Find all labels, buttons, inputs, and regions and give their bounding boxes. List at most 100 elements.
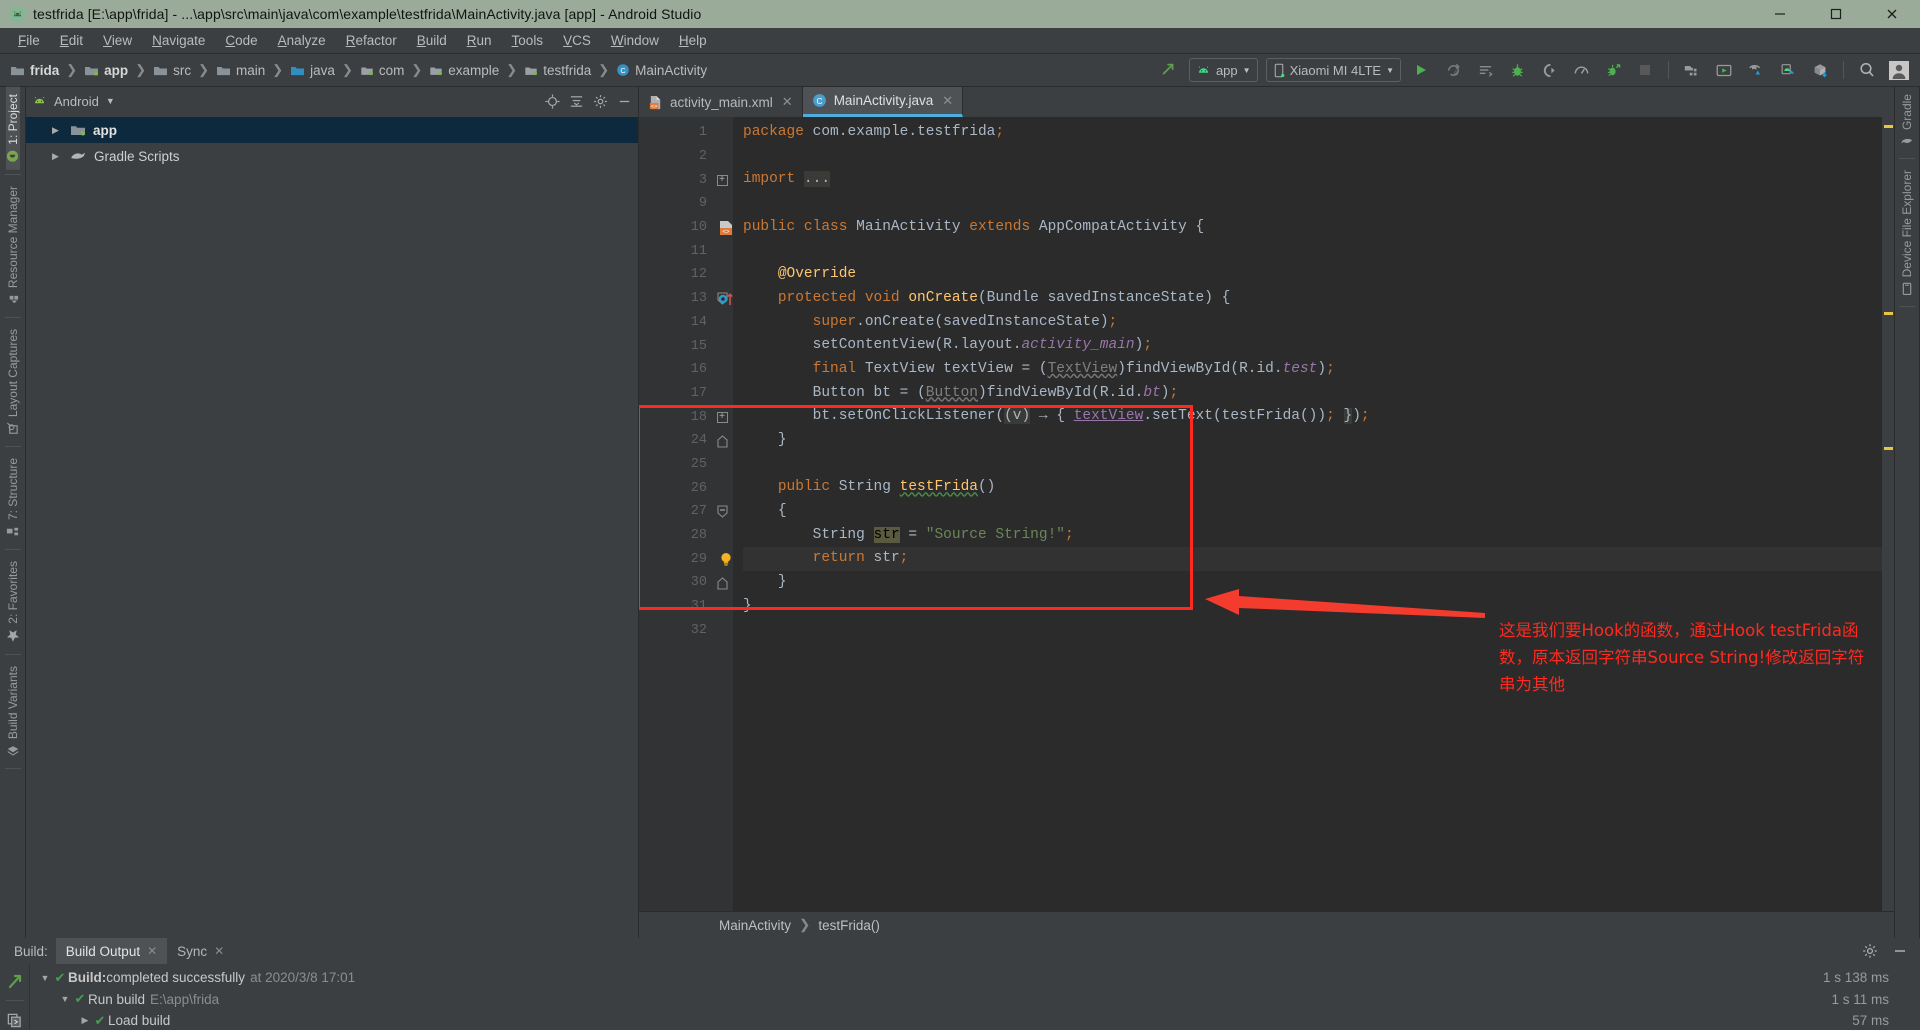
gutter-line-number[interactable]: 1: [639, 121, 711, 145]
run-icon[interactable]: [1406, 57, 1436, 83]
gutter-line-number[interactable]: 28: [639, 524, 711, 548]
tree-expand-arrow[interactable]: ▼: [58, 994, 72, 1004]
rail-tab-project[interactable]: 1: Project: [6, 87, 20, 170]
gutter-line-number[interactable]: 27: [639, 500, 711, 524]
gutter-line-number[interactable]: 2: [639, 145, 711, 169]
code-line[interactable]: public String testFrida(): [743, 476, 1882, 500]
breadcrumb-item-java[interactable]: java: [286, 63, 339, 78]
menu-item-tools[interactable]: Tools: [502, 30, 554, 51]
apply-code-changes-icon[interactable]: [1470, 57, 1500, 83]
code-line[interactable]: import ...: [743, 168, 1882, 192]
device-selector[interactable]: Xiaomi MI 4LTE ▼: [1266, 58, 1401, 82]
breadcrumb-item-app[interactable]: app: [80, 63, 132, 78]
code-line[interactable]: protected void onCreate(Bundle savedInst…: [743, 287, 1882, 311]
profiler-icon[interactable]: [1566, 57, 1596, 83]
code-line[interactable]: [743, 145, 1882, 169]
profile-avatar-icon[interactable]: [1884, 57, 1914, 83]
breadcrumb-item-com[interactable]: com: [356, 63, 409, 78]
gutter-line-number[interactable]: 15: [639, 334, 711, 358]
close-icon[interactable]: ✕: [214, 944, 224, 958]
code-fold-column[interactable]: ++: [711, 117, 733, 911]
code-line[interactable]: bt.setOnClickListener((v) → { textView.s…: [743, 405, 1882, 429]
breadcrumb-item-frida[interactable]: frida: [6, 63, 63, 78]
menu-item-file[interactable]: File: [8, 30, 50, 51]
breadcrumb-item-testfrida[interactable]: testfrida: [520, 63, 595, 78]
sdk-manager-icon[interactable]: [1677, 57, 1707, 83]
run-with-coverage-icon[interactable]: [1598, 57, 1628, 83]
gutter-line-number[interactable]: 10<>: [639, 216, 711, 240]
rail-tab-resource-manager[interactable]: Resource Manager: [6, 179, 20, 313]
editor-gutter[interactable]: 123910<>11121314151617182425262728293031…: [639, 117, 711, 911]
menu-item-edit[interactable]: Edit: [50, 30, 93, 51]
gutter-line-number[interactable]: 32: [639, 618, 711, 642]
settings-icon[interactable]: [1862, 943, 1878, 959]
code-text[interactable]: package com.example.testfrida; import ..…: [733, 117, 1882, 911]
gutter-line-number[interactable]: 25: [639, 453, 711, 477]
code-line[interactable]: }: [743, 595, 1882, 619]
breadcrumb-item-mainactivity[interactable]: CMainActivity: [612, 63, 711, 78]
project-scope-selector[interactable]: Android ▼: [32, 94, 539, 109]
search-icon[interactable]: [1852, 57, 1882, 83]
code-line[interactable]: public class MainActivity extends AppCom…: [743, 216, 1882, 240]
hide-panel-icon[interactable]: [1892, 943, 1908, 959]
tree-expand-arrow[interactable]: ▶: [78, 1015, 92, 1026]
gutter-line-number[interactable]: 3: [639, 168, 711, 192]
build-tab-build-output[interactable]: Build Output✕: [56, 938, 167, 964]
gutter-line-number[interactable]: 17: [639, 382, 711, 406]
rail-tab-gradle[interactable]: Gradle: [1900, 87, 1914, 154]
build-icon[interactable]: [4, 970, 26, 992]
menu-item-window[interactable]: Window: [601, 30, 669, 51]
rail-tab-structure[interactable]: 7: Structure: [6, 451, 20, 545]
code-fold-marker[interactable]: +: [711, 405, 733, 429]
gutter-line-number[interactable]: 30: [639, 571, 711, 595]
close-button[interactable]: [1864, 0, 1920, 28]
gutter-line-number[interactable]: 18: [639, 405, 711, 429]
sync-gradle-icon[interactable]: [1741, 57, 1771, 83]
editor-tab-activity-main-xml[interactable]: <>activity_main.xml✕: [639, 87, 803, 117]
menu-item-run[interactable]: Run: [457, 30, 502, 51]
tree-node-gradle-scripts[interactable]: ▶Gradle Scripts: [26, 143, 638, 169]
code-line[interactable]: [743, 192, 1882, 216]
gutter-line-number[interactable]: 24: [639, 429, 711, 453]
gutter-line-number[interactable]: 26: [639, 476, 711, 500]
layout-inspector-icon[interactable]: [1773, 57, 1803, 83]
code-line[interactable]: [743, 239, 1882, 263]
code-line[interactable]: {: [743, 500, 1882, 524]
gutter-line-number[interactable]: 16: [639, 358, 711, 382]
breadcrumb-item-src[interactable]: src: [149, 63, 195, 78]
copy-icon[interactable]: [4, 1009, 26, 1030]
rail-tab-favorites[interactable]: 2: Favorites: [6, 554, 20, 650]
close-icon[interactable]: ✕: [942, 93, 953, 109]
error-stripe-scrollbar[interactable]: [1882, 117, 1894, 911]
gutter-line-number[interactable]: 13: [639, 287, 711, 311]
rail-tab-device-file-explorer[interactable]: Device File Explorer: [1900, 163, 1914, 302]
stop-icon[interactable]: [1630, 57, 1660, 83]
apply-changes-icon[interactable]: A: [1438, 57, 1468, 83]
tree-expand-arrow[interactable]: ▶: [52, 151, 63, 162]
menu-item-code[interactable]: Code: [215, 30, 267, 51]
build-output-row[interactable]: ▼✔Run buildE:\app\frida1 s 11 ms: [30, 989, 1907, 1011]
code-fold-marker[interactable]: [711, 429, 733, 453]
device-explorer-icon[interactable]: [1805, 57, 1835, 83]
code-fold-marker[interactable]: [711, 500, 733, 524]
tree-expand-arrow[interactable]: ▼: [38, 973, 52, 983]
code-fold-marker[interactable]: +: [711, 168, 733, 192]
code-line[interactable]: final TextView textView = (TextView)find…: [743, 358, 1882, 382]
attach-debugger-icon[interactable]: [1534, 57, 1564, 83]
menu-item-refactor[interactable]: Refactor: [336, 30, 407, 51]
editor-area[interactable]: 123910<>11121314151617182425262728293031…: [639, 117, 1894, 911]
settings-icon[interactable]: [593, 94, 608, 109]
code-line[interactable]: package com.example.testfrida;: [743, 121, 1882, 145]
build-output-row[interactable]: ▼✔Build: completed successfullyat 2020/3…: [30, 967, 1907, 989]
code-line[interactable]: @Override: [743, 263, 1882, 287]
gutter-line-number[interactable]: 9: [639, 192, 711, 216]
breadcrumb-item-example[interactable]: example: [425, 63, 503, 78]
build-output-row[interactable]: ▶✔Load build57 ms: [30, 1010, 1907, 1030]
avd-manager-icon[interactable]: [1709, 57, 1739, 83]
build-tab-sync[interactable]: Sync✕: [167, 938, 234, 964]
close-icon[interactable]: ✕: [147, 944, 157, 958]
make-project-icon[interactable]: [1154, 57, 1184, 83]
code-line[interactable]: }: [743, 571, 1882, 595]
target-icon[interactable]: [545, 94, 560, 109]
editor-tab-mainactivity-java[interactable]: CMainActivity.java✕: [803, 87, 963, 117]
